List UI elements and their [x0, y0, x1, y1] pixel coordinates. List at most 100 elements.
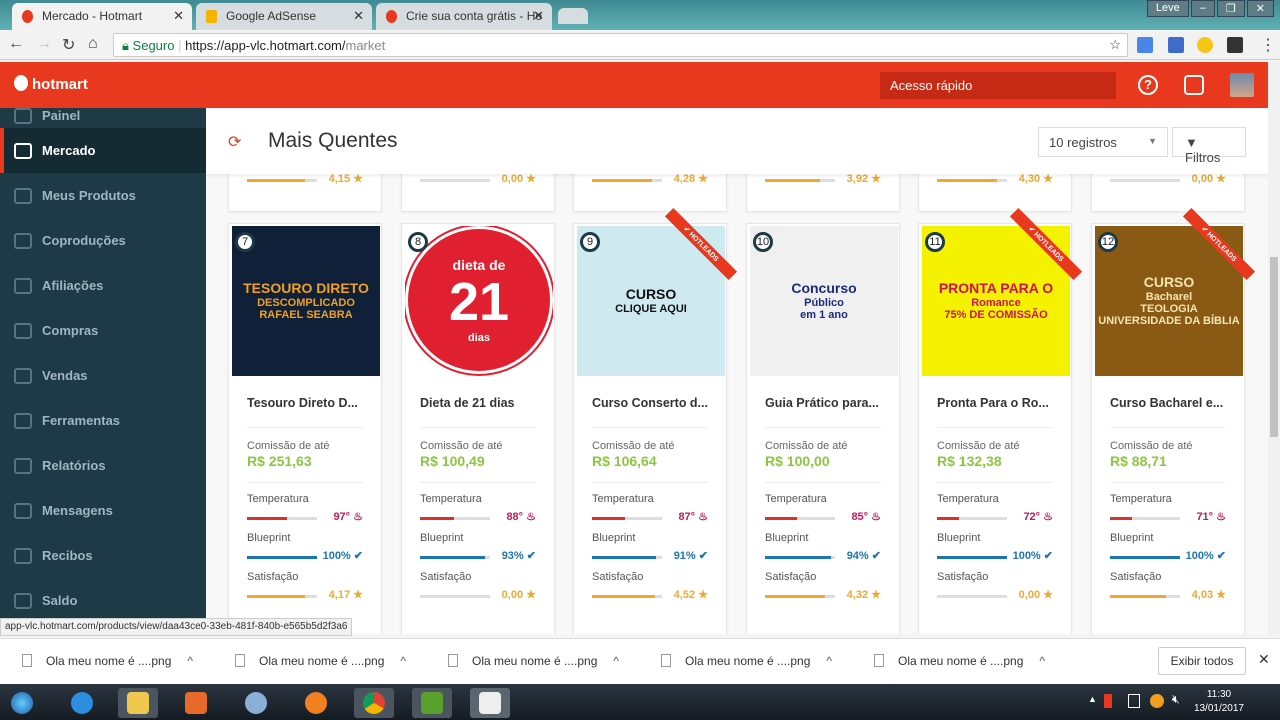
download-options-chevron-icon[interactable]: ^ — [400, 654, 406, 668]
reload-icon[interactable]: ↻ — [62, 35, 75, 55]
records-select[interactable]: 10 registros ▼ — [1038, 127, 1168, 157]
product-name[interactable]: Tesouro Direto D... — [247, 396, 358, 410]
sidebar-item-recibos[interactable]: Recibos — [0, 533, 206, 578]
home-icon[interactable]: ⌂ — [88, 35, 98, 53]
product-name[interactable]: Guia Prático para... — [765, 396, 879, 410]
page-scrollbar[interactable] — [1268, 62, 1280, 634]
show-all-downloads-button[interactable]: Exibir todos — [1158, 647, 1246, 675]
product-name[interactable]: Curso Bacharel e... — [1110, 396, 1223, 410]
avatar[interactable] — [1230, 73, 1254, 97]
sidebar-item-icon — [14, 322, 32, 339]
volume-muted-icon[interactable]: 🔇︎ — [1172, 692, 1180, 707]
sidebar-item-compras[interactable]: Compras — [0, 308, 206, 353]
download-item[interactable]: Ola meu nome é ....png ^ — [448, 654, 619, 668]
browser-tab-strip: Mercado - Hotmart ✕ Google AdSense ✕ Crie … — [0, 0, 1280, 30]
maximize-button[interactable]: ❐ — [1216, 0, 1245, 17]
close-window-button[interactable]: ✕ — [1246, 0, 1274, 17]
product-card[interactable]: TESOURO DIRETO DESCOMPLICADO RAFAEL SEABRA… — [228, 223, 382, 634]
blueprint-bar — [420, 556, 490, 559]
tray-flag-icon[interactable] — [1104, 694, 1112, 708]
sidebar-item-saldo[interactable]: Saldo — [0, 578, 206, 620]
sidebar-item-icon — [14, 412, 32, 429]
tab-google-adsense[interactable]: Google AdSense ✕ — [196, 3, 372, 30]
url-host: https://app-vlc.hotmart.com/ — [185, 38, 346, 53]
sidebar-item-painel[interactable]: Painel — [0, 108, 206, 128]
commission-label: Comissão de até — [765, 440, 848, 452]
profile-button[interactable]: Leve — [1146, 0, 1189, 17]
address-bar[interactable]: 🔒︎ Seguro | https://app-vlc.hotmart.com/… — [113, 33, 1128, 57]
app-orange-icon[interactable] — [296, 688, 336, 718]
clock[interactable]: 11:30 13/01/2017 — [1194, 688, 1244, 716]
filters-button[interactable]: ▼ Filtros — [1172, 127, 1246, 165]
camtasia-icon[interactable] — [412, 688, 452, 718]
download-item[interactable]: Ola meu nome é ....png ^ — [661, 654, 832, 668]
sidebar-item-mercado[interactable]: Mercado — [0, 128, 206, 173]
quick-access-input[interactable]: Acesso rápido — [880, 72, 1116, 99]
blueprint-bar — [937, 556, 1007, 559]
sidebar-item-vendas[interactable]: Vendas — [0, 353, 206, 398]
product-name[interactable]: Dieta de 21 dias — [420, 396, 515, 410]
download-options-chevron-icon[interactable]: ^ — [1039, 654, 1045, 668]
download-item[interactable]: Ola meu nome é ....png ^ — [22, 654, 193, 668]
m-extension-icon[interactable] — [1227, 37, 1243, 53]
product-card[interactable]: PRONTA PARA O Romance 75% DE COMISSÃO 11 ✔ H… — [918, 207, 1083, 634]
network-icon[interactable] — [1184, 75, 1204, 95]
sidebar-item-meus-produtos[interactable]: Meus Produtos — [0, 173, 206, 218]
product-name[interactable]: Curso Conserto d... — [592, 396, 708, 410]
close-tab-icon[interactable]: ✕ — [173, 8, 184, 24]
temperature-bar-fill — [420, 517, 454, 520]
commission-value: R$ 88,71 — [1110, 453, 1167, 469]
help-icon[interactable]: ? — [1138, 75, 1158, 95]
start-button[interactable] — [2, 688, 42, 718]
product-card[interactable]: CURSO CLIQUE AQUI 9 ✔ HOTLEADS Curso Consert… — [573, 207, 738, 634]
close-tab-icon[interactable]: ✕ — [353, 8, 364, 24]
blueprint-value: 100% ✔ — [1186, 549, 1226, 562]
media-player-icon[interactable] — [176, 688, 216, 718]
sidebar-item-afiliacoes[interactable]: Afiliações — [0, 263, 206, 308]
paint-icon[interactable] — [236, 688, 276, 718]
product-card[interactable]: Concurso Público em 1 ano 10 Guia Prático pa… — [746, 223, 900, 634]
product-card[interactable]: dieta de 21 dias 8 Dieta de 21 dias Comissão … — [401, 223, 555, 634]
file-icon — [661, 654, 671, 667]
tray-expand-icon[interactable]: ▲ — [1088, 694, 1097, 704]
tray-network-icon[interactable] — [1128, 694, 1140, 708]
sidebar-item-mensagens[interactable]: Mensagens — [0, 488, 206, 533]
a-extension-icon[interactable] — [1168, 37, 1184, 53]
emoji-extension-icon[interactable] — [1197, 37, 1213, 53]
sidebar-item-label: Compras — [42, 323, 99, 338]
ie-icon[interactable] — [62, 688, 102, 718]
temperature-value: 71° ♨ — [1196, 510, 1226, 523]
chrome-icon[interactable] — [354, 688, 394, 718]
product-card[interactable]: CURSO Bacharel TEOLOGIA UNIVERSIDADE DA BÍB… — [1091, 207, 1256, 634]
download-item[interactable]: Ola meu nome é ....png ^ — [874, 654, 1045, 668]
download-item[interactable]: Ola meu nome é ....png ^ — [235, 654, 406, 668]
scrollbar-thumb[interactable] — [1270, 257, 1278, 437]
tab-mercado-hotmart[interactable]: Mercado - Hotmart ✕ — [12, 3, 192, 30]
download-options-chevron-icon[interactable]: ^ — [613, 654, 619, 668]
sidebar-item-relatorios[interactable]: Relatórios — [0, 443, 206, 488]
product-image[interactable]: TESOURO DIRETO DESCOMPLICADO RAFAEL SEABRA — [232, 226, 380, 376]
product-image[interactable]: Concurso Público em 1 ano — [750, 226, 898, 376]
translate-extension-icon[interactable] — [1137, 37, 1153, 53]
close-downloads-icon[interactable]: ✕ — [1258, 651, 1270, 668]
camtasia-recorder-icon[interactable] — [470, 688, 510, 718]
sidebar-item-ferramentas[interactable]: Ferramentas — [0, 398, 206, 443]
download-options-chevron-icon[interactable]: ^ — [187, 654, 193, 668]
minimize-button[interactable]: – — [1190, 0, 1215, 17]
sidebar-item-coproducoes[interactable]: Coproduções — [0, 218, 206, 263]
hotmart-logo[interactable]: hotmart — [14, 75, 88, 93]
close-tab-icon[interactable]: ✕ — [533, 8, 544, 24]
forward-icon[interactable]: → — [36, 35, 52, 53]
new-tab-button[interactable] — [558, 8, 588, 24]
tray-app-icon[interactable] — [1150, 694, 1164, 708]
download-options-chevron-icon[interactable]: ^ — [826, 654, 832, 668]
product-name[interactable]: Pronta Para o Ro... — [937, 396, 1049, 410]
product-image[interactable]: dieta de 21 dias — [405, 226, 553, 376]
bookmark-star-icon[interactable]: ☆ — [1109, 37, 1121, 53]
tab-crie-conta[interactable]: Crie sua conta grátis - Ho ✕ — [376, 3, 552, 30]
menu-icon[interactable]: ⋮ — [1260, 35, 1276, 55]
satisfaction-bar-fill — [937, 179, 998, 182]
explorer-icon[interactable] — [118, 688, 158, 718]
back-icon[interactable]: ← — [8, 35, 24, 53]
refresh-icon[interactable]: ⟳ — [228, 132, 241, 152]
